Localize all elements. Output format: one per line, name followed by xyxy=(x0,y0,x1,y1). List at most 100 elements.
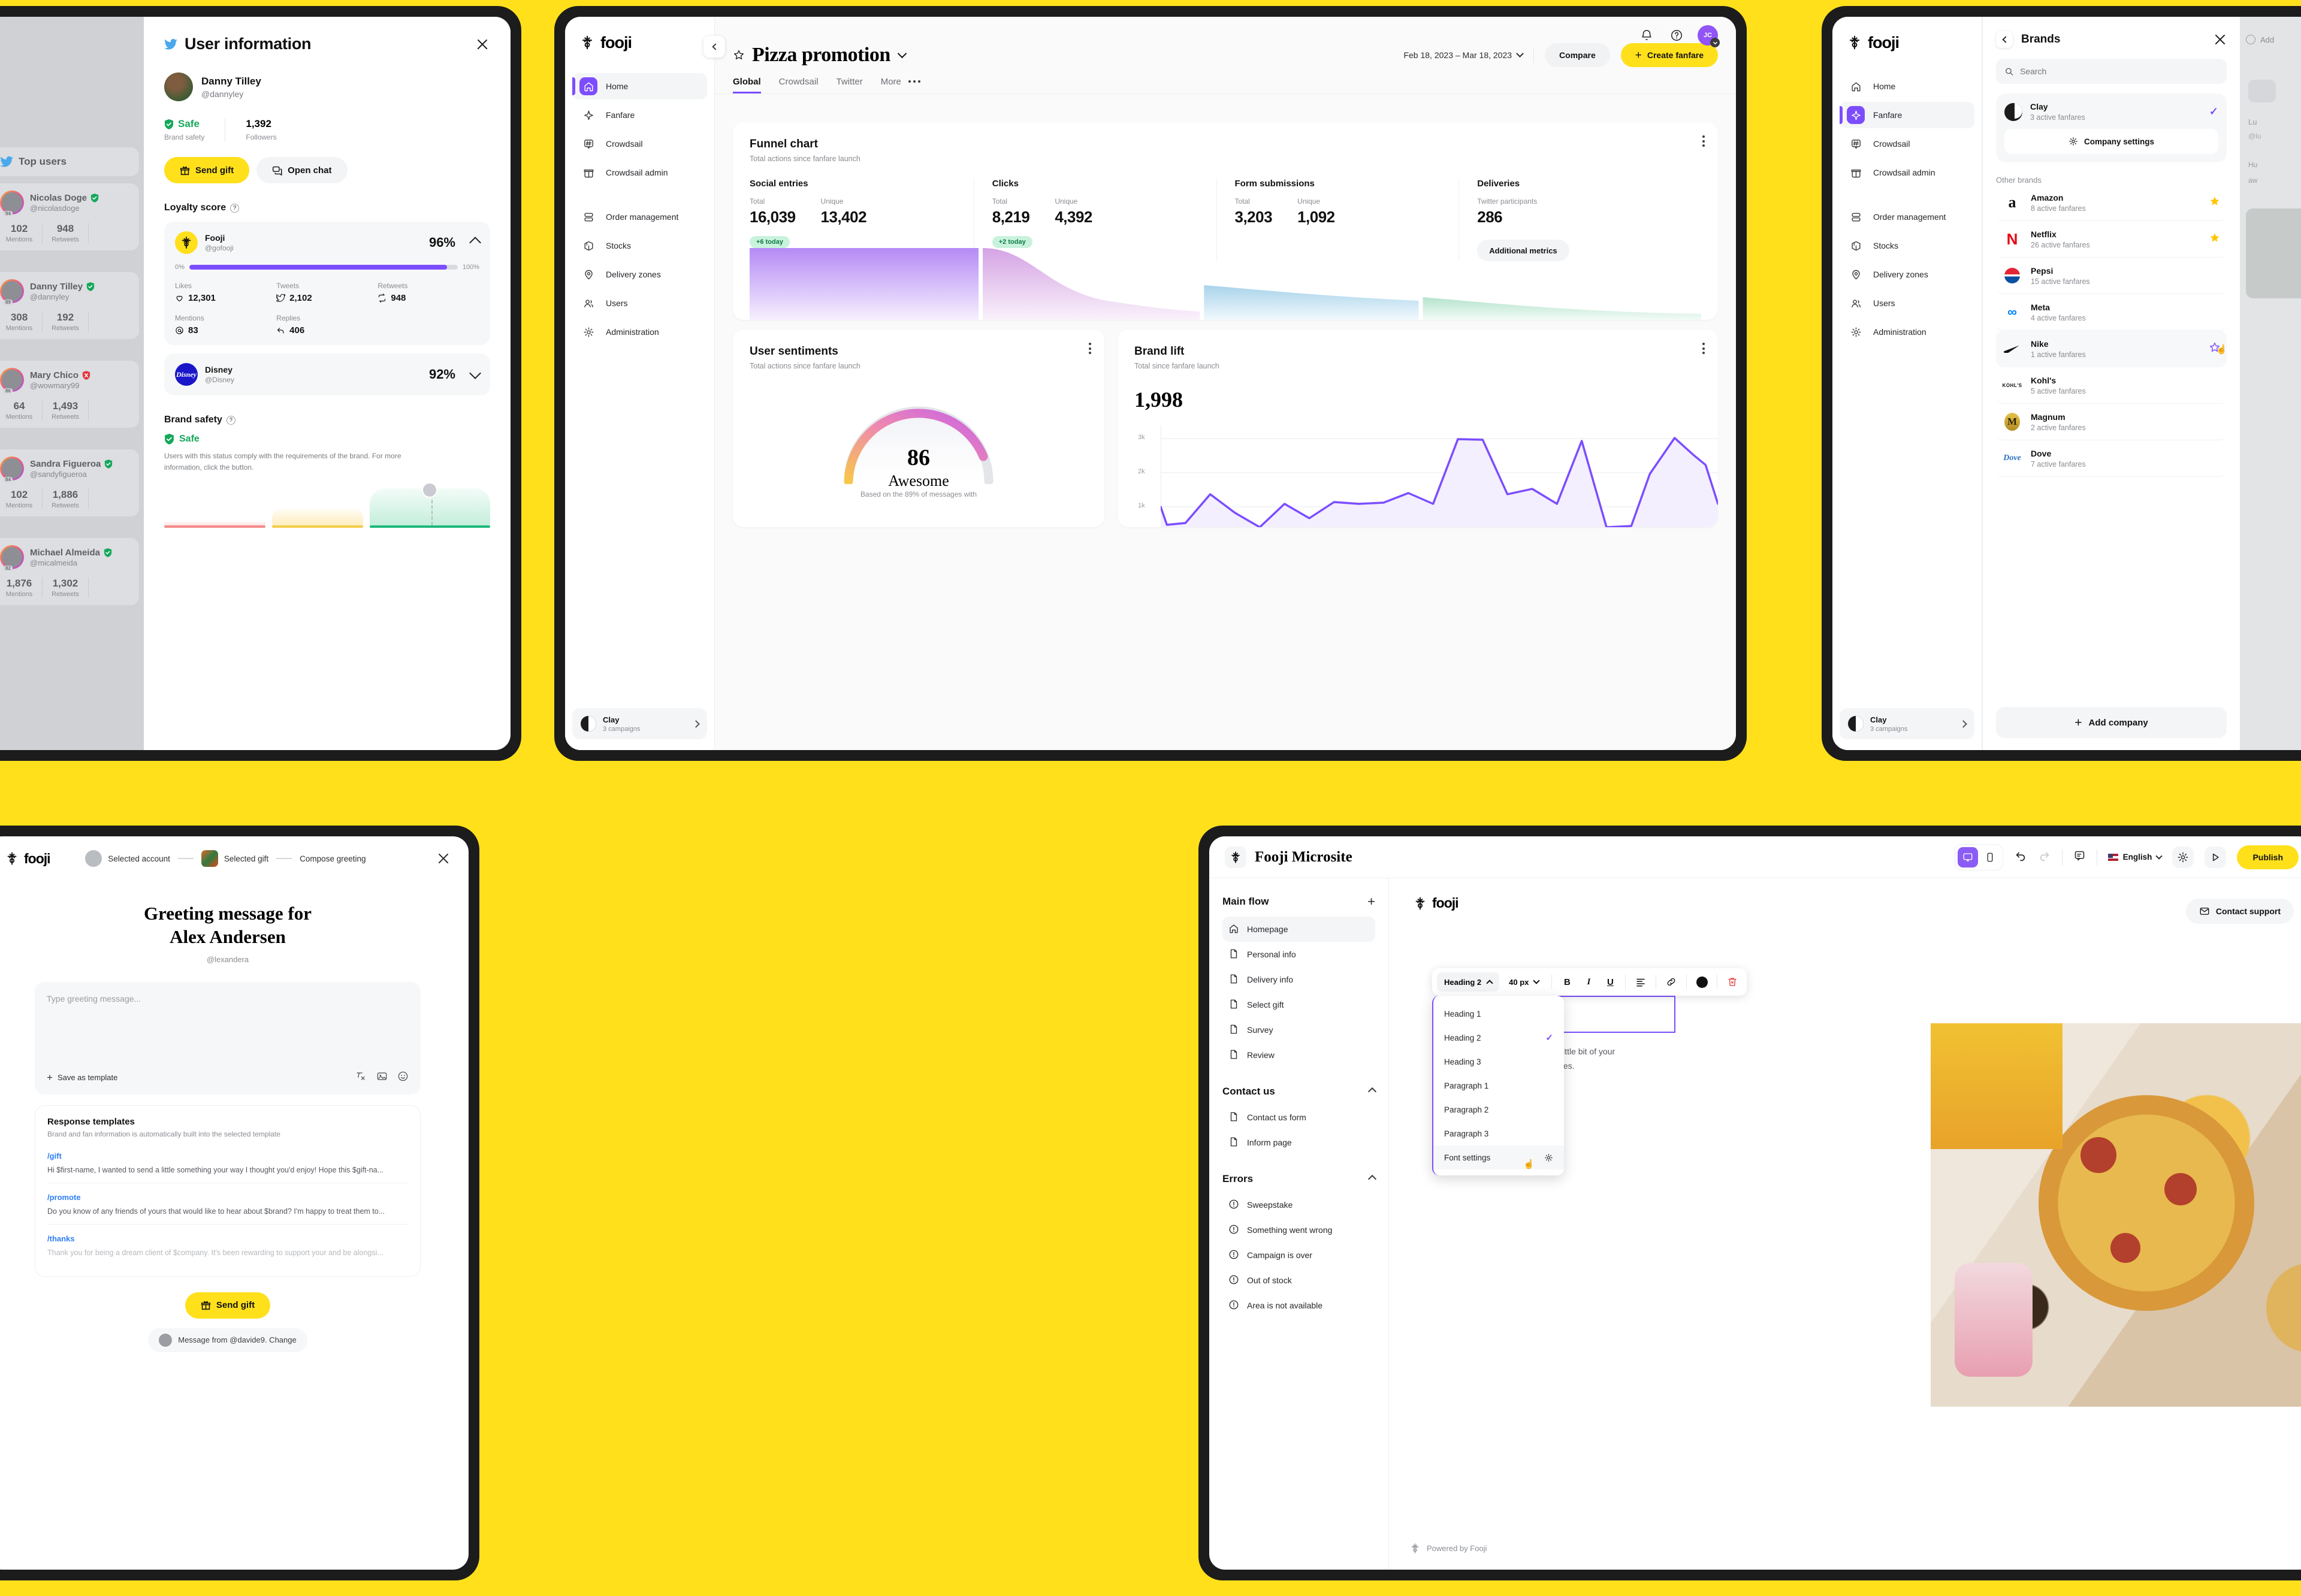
sidebar-item-order-management[interactable]: Order management xyxy=(1840,204,1974,230)
template-item[interactable]: /gift Hi $first-name, I wanted to send a … xyxy=(47,1138,408,1183)
send-gift-button[interactable]: Send gift xyxy=(164,157,250,183)
loyalty-card-fooji[interactable]: Fooji @gofooji 96% 0% 100% Likes 12,301 Tw… xyxy=(164,222,490,345)
wizard-step-2[interactable]: Selected gift xyxy=(201,850,268,867)
favorite-star-icon[interactable] xyxy=(2209,195,2221,210)
sidebar-item-crowdsail[interactable]: Crowdsail xyxy=(1840,131,1974,157)
section-header-main-flow[interactable]: Main flow + xyxy=(1222,894,1375,909)
chevron-up-icon[interactable] xyxy=(469,237,481,249)
link-button[interactable] xyxy=(1662,972,1681,992)
device-switch[interactable] xyxy=(1954,844,2003,870)
page-item-contact-us-form[interactable]: Contact us form xyxy=(1222,1105,1375,1130)
emoji-icon[interactable] xyxy=(397,1071,409,1085)
desktop-view-icon[interactable] xyxy=(1957,847,1978,867)
compose-box[interactable]: Type greeting message... + Save as templ… xyxy=(35,981,421,1095)
sidebar-item-users[interactable]: Users xyxy=(572,290,707,316)
favorite-star-icon[interactable] xyxy=(733,49,745,61)
dropdown-item-paragraph-2[interactable]: Paragraph 2 xyxy=(1433,1098,1564,1122)
sidebar-item-fanfare[interactable]: Fanfare xyxy=(572,102,707,128)
underline-button[interactable]: U xyxy=(1601,972,1620,992)
workspace-switcher[interactable]: Clay 3 campaigns xyxy=(572,708,707,739)
align-button[interactable] xyxy=(1631,972,1650,992)
card-menu-button[interactable] xyxy=(1089,343,1091,354)
tabs-overflow-icon[interactable] xyxy=(908,80,920,90)
favorite-star-icon[interactable]: ☝ xyxy=(2209,341,2227,356)
section-header-contact-us[interactable]: Contact us xyxy=(1222,1086,1377,1098)
sidebar-item-crowdsail-admin[interactable]: Crowdsail admin xyxy=(1840,159,1974,186)
list-item[interactable]: 84 Sandra Figueroa @sandyfigueroa 102 Mentio… xyxy=(0,449,139,516)
dropdown-item-paragraph-1[interactable]: Paragraph 1 xyxy=(1433,1074,1564,1098)
chevron-up-icon[interactable] xyxy=(1367,1087,1377,1096)
dropdown-item-heading-2[interactable]: Heading 2 ✓ xyxy=(1433,1026,1564,1050)
sidebar-item-order-management[interactable]: Order management xyxy=(572,204,707,230)
close-icon[interactable] xyxy=(436,851,451,866)
section-tabs[interactable]: Global Crowdsail Twitter More xyxy=(715,77,1736,94)
publish-button[interactable]: Publish xyxy=(2237,845,2299,869)
add-company-button[interactable]: + Add company xyxy=(1996,707,2227,738)
page-item-select-gift[interactable]: Select gift xyxy=(1222,992,1375,1017)
help-icon[interactable]: ? xyxy=(230,203,240,213)
wizard-step-1[interactable]: Selected account xyxy=(85,850,170,867)
templates-list[interactable]: /gift Hi $first-name, I wanted to send a … xyxy=(47,1138,408,1265)
send-gift-button[interactable]: Send gift xyxy=(185,1292,271,1319)
save-as-template-button[interactable]: + Save as template xyxy=(47,1072,117,1083)
contact-support-button[interactable]: Contact support xyxy=(2185,899,2294,924)
dropdown-item-paragraph-3[interactable]: Paragraph 3 xyxy=(1433,1122,1564,1145)
sidebar-item-administration[interactable]: Administration xyxy=(572,319,707,345)
app-logo[interactable]: fooji xyxy=(565,32,714,53)
chevron-down-icon[interactable] xyxy=(897,49,907,58)
list-item[interactable]: 94 Nicolas Doge @nicolasdoge 102 Mentions 948… xyxy=(0,183,139,250)
message-from-chip[interactable]: Message from @davide9. Change xyxy=(148,1328,307,1352)
brand-list-item[interactable]: ∞ Meta 4 active fanfares xyxy=(1996,294,2227,331)
brand-list-item[interactable]: N Netflix 26 active fanfares xyxy=(1996,221,2227,258)
sidebar-item-fanfare[interactable]: Fanfare xyxy=(1840,102,1974,128)
sidebar-item-users[interactable]: Users xyxy=(1840,290,1974,316)
page-item-review[interactable]: Review xyxy=(1222,1042,1375,1068)
sidebar-nav[interactable]: Home Fanfare Crowdsail Crowdsail admin Order… xyxy=(1832,73,1982,345)
comment-icon[interactable] xyxy=(2073,850,2086,865)
tab-crowdsail[interactable]: Crowdsail xyxy=(779,77,819,93)
open-chat-button[interactable]: Open chat xyxy=(256,157,348,183)
compare-button[interactable]: Compare xyxy=(1545,43,1610,67)
dropdown-item-heading-1[interactable]: Heading 1 xyxy=(1433,1002,1564,1026)
list-item[interactable]: 82 Michael Almeida @micalmeida 1,876 Mention… xyxy=(0,538,139,605)
chevron-down-icon[interactable] xyxy=(469,367,481,379)
card-menu-button[interactable] xyxy=(1702,343,1705,354)
preview-play-icon[interactable] xyxy=(2205,846,2227,868)
app-logo[interactable]: fooji xyxy=(1832,32,1982,53)
sidebar-item-delivery-zones[interactable]: Delivery zones xyxy=(572,261,707,288)
brand-list[interactable]: a Amazon 8 active fanfares N Netflix 26 activ… xyxy=(1996,185,2227,477)
app-logo[interactable]: fooji xyxy=(5,851,51,867)
page-item-homepage[interactable]: Homepage xyxy=(1222,917,1375,942)
clear-formatting-icon[interactable] xyxy=(355,1071,367,1085)
card-menu-button[interactable] xyxy=(1702,135,1705,147)
date-range-picker[interactable]: Feb 18, 2023 – Mar 18, 2023 xyxy=(1403,50,1524,60)
page-item-inform-page[interactable]: Inform page xyxy=(1222,1130,1375,1155)
sidebar-item-administration[interactable]: Administration xyxy=(1840,319,1974,345)
sidebar-item-stocks[interactable]: Stocks xyxy=(572,232,707,259)
rich-text-toolbar[interactable]: Heading 2 40 px B I U xyxy=(1432,968,1747,996)
template-item[interactable]: /thanks Thank you for being a dream clien… xyxy=(47,1223,408,1265)
microsite-page-list[interactable]: Main flow + Homepage Personal info Delivery … xyxy=(1209,878,1389,1570)
language-selector[interactable]: English xyxy=(2107,852,2163,862)
page-item-survey[interactable]: Survey xyxy=(1222,1017,1375,1042)
page-item-sweepstake[interactable]: Sweepstake xyxy=(1222,1192,1375,1217)
undo-icon[interactable] xyxy=(2014,849,2027,865)
italic-button[interactable]: I xyxy=(1579,972,1598,992)
gear-icon[interactable] xyxy=(1544,1153,1553,1162)
section-header-errors[interactable]: Errors xyxy=(1222,1173,1377,1185)
page-item-delivery-info[interactable]: Delivery info xyxy=(1222,967,1375,992)
text-color-button[interactable] xyxy=(1692,972,1711,992)
page-item-campaign-is-over[interactable]: Campaign is over xyxy=(1222,1243,1375,1268)
greeting-textarea-placeholder[interactable]: Type greeting message... xyxy=(47,994,409,1066)
brand-list-item[interactable]: Nike 1 active fanfares ☝ xyxy=(1996,331,2227,367)
page-item-out-of-stock[interactable]: Out of stock xyxy=(1222,1268,1375,1293)
dropdown-item-heading-3[interactable]: Heading 3 xyxy=(1433,1050,1564,1074)
collapse-sidebar-button[interactable] xyxy=(703,36,725,58)
font-size-selector[interactable]: 40 px xyxy=(1502,972,1546,992)
brand-list-item[interactable]: Pepsi 15 active fanfares xyxy=(1996,258,2227,294)
user-avatar[interactable]: JC xyxy=(1698,25,1720,47)
company-settings-button[interactable]: Company settings xyxy=(2004,129,2218,154)
add-page-icon[interactable]: + xyxy=(1367,894,1375,909)
close-icon[interactable] xyxy=(475,37,490,52)
wizard-steps[interactable]: Selected account Selected gift Compose gre… xyxy=(85,850,366,867)
